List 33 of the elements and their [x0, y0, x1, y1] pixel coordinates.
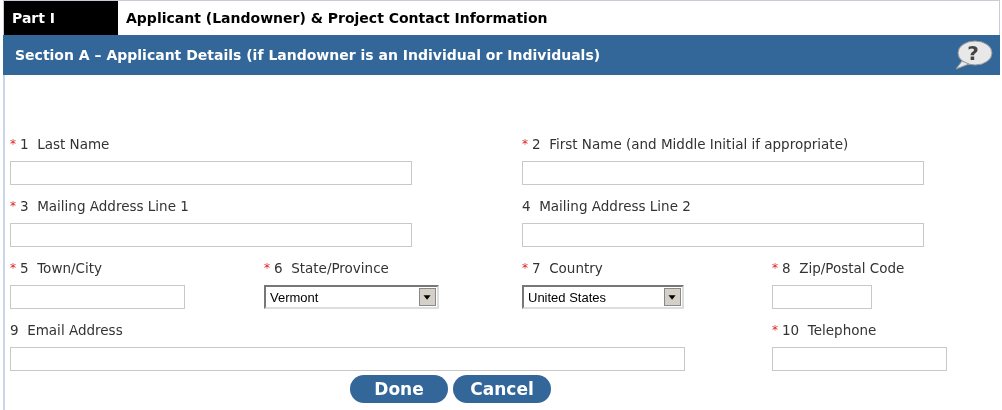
required-mark: * [772, 322, 778, 339]
field-label-text: 3 Mailing Address Line 1 [20, 197, 189, 215]
required-mark: * [522, 136, 528, 153]
dropdown-field[interactable]: Vermont [264, 285, 439, 309]
text-field[interactable] [522, 161, 924, 185]
required-mark: * [10, 260, 16, 277]
required-mark: * [10, 198, 16, 215]
section-title: Section A – Applicant Details (if Landowner is an Individual or Individuals) [15, 47, 601, 63]
field-label-text: 10 Telephone [782, 321, 877, 339]
part-label: Part I [4, 1, 118, 35]
field-label-text: 1 Last Name [20, 135, 110, 153]
field-label-text: 9 Email Address [10, 321, 123, 339]
field-label-text: 4 Mailing Address Line 2 [522, 197, 691, 215]
part-title: Applicant (Landowner) & Project Contact Information [125, 9, 548, 28]
field-label-text: 2 First Name (and Middle Initial if appropriate) [532, 135, 849, 153]
text-field[interactable] [10, 285, 185, 309]
dropdown-field[interactable]: United States [522, 285, 684, 309]
done-button[interactable]: Done [350, 375, 448, 403]
cancel-button[interactable]: Cancel [453, 375, 551, 403]
field-label-text: 6 State/Province [274, 259, 389, 277]
field-label-text: 8 Zip/Postal Code [782, 259, 905, 277]
required-mark: * [10, 136, 16, 153]
required-mark: * [264, 260, 270, 277]
text-field[interactable] [772, 285, 872, 309]
required-mark: * [522, 260, 528, 277]
text-field[interactable] [772, 347, 947, 371]
text-field[interactable] [10, 223, 412, 247]
text-field[interactable] [10, 161, 412, 185]
text-field[interactable] [522, 223, 924, 247]
field-label-text: 5 Town/City [20, 259, 102, 277]
field-label-text: 7 Country [532, 259, 603, 277]
required-mark: * [772, 260, 778, 277]
text-field[interactable] [10, 347, 685, 371]
